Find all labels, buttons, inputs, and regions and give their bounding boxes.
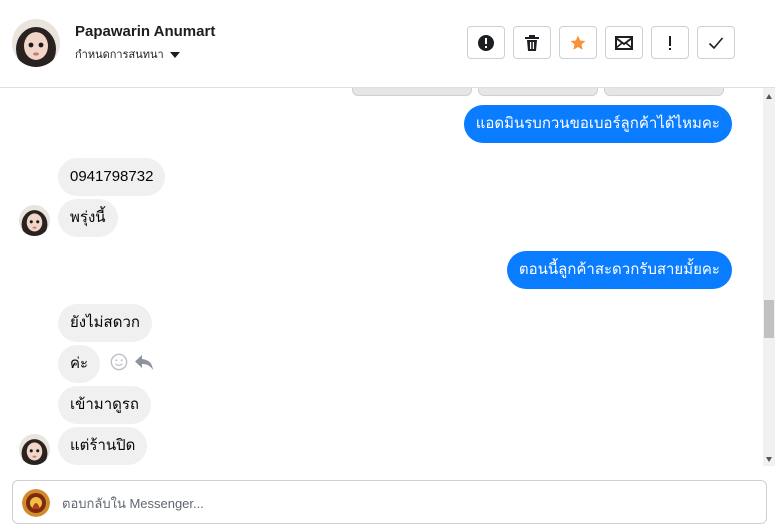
sender-avatar[interactable] <box>19 434 50 465</box>
sender-avatar[interactable] <box>19 205 50 236</box>
message-bubble-outgoing[interactable]: แอดมินรบกวนขอเบอร์ลูกค้าได้ไหมคะ <box>463 105 732 143</box>
conversation-header: Papawarin Anumart กำหนดการสนทนา <box>0 0 775 88</box>
sender-avatar-image <box>19 434 50 465</box>
image-thumbnail[interactable] <box>352 88 472 96</box>
spam-button[interactable] <box>651 26 689 59</box>
done-button[interactable] <box>697 26 735 59</box>
message-bubble-incoming[interactable]: พรุ่งนี้ <box>58 199 118 237</box>
conversation-settings-dropdown[interactable]: กำหนดการสนทนา <box>75 45 180 63</box>
scrollbar-thumb[interactable] <box>764 300 774 338</box>
reply-input[interactable] <box>62 496 742 511</box>
report-button[interactable] <box>467 26 505 59</box>
reply-icon[interactable] <box>134 353 154 371</box>
sender-avatar-image <box>19 205 50 236</box>
contact-name[interactable]: Papawarin Anumart <box>75 23 215 40</box>
mark-unread-button[interactable] <box>605 26 643 59</box>
scroll-down-arrow-icon[interactable] <box>766 457 772 462</box>
message-bubble-incoming[interactable]: แต่ร้านปิด <box>58 427 148 465</box>
message-bubble-incoming[interactable]: ค่ะ <box>58 345 101 383</box>
message-thread[interactable]: แอดมินรบกวนขอเบอร์ลูกค้าได้ไหมคะ 0941798… <box>0 88 763 466</box>
trash-icon <box>525 34 539 51</box>
caret-down-icon <box>169 51 180 58</box>
page-logo-icon <box>22 489 50 517</box>
scroll-up-arrow-icon[interactable] <box>766 94 772 99</box>
contact-avatar-image <box>12 19 60 67</box>
message-bubble-incoming[interactable]: 0941798732 <box>58 158 166 196</box>
star-button[interactable] <box>559 26 597 59</box>
alert-circle-icon <box>478 34 494 51</box>
thread-scrollbar[interactable] <box>763 88 775 466</box>
message-bubble-incoming[interactable]: ยังไม่สดวก <box>58 304 152 342</box>
message-bubble-incoming[interactable]: เข้ามาดูรถ <box>58 386 151 424</box>
message-actions <box>110 353 154 371</box>
page-avatar <box>22 489 50 517</box>
conversation-settings-label: กำหนดการสนทนา <box>75 49 164 61</box>
message-bubble-outgoing[interactable]: ตอนนี้ลูกค้าสะดวกรับสายมั้ยคะ <box>506 251 732 289</box>
reply-composer <box>12 480 767 524</box>
envelope-icon <box>615 35 633 50</box>
image-thumbnail[interactable] <box>478 88 598 96</box>
image-attachments <box>352 88 724 96</box>
conversation-toolbar <box>467 26 735 59</box>
emoji-react-icon[interactable] <box>110 353 128 371</box>
contact-avatar[interactable] <box>12 19 60 67</box>
star-icon <box>570 35 586 50</box>
check-icon <box>708 36 724 49</box>
exclamation-icon <box>669 35 671 50</box>
image-thumbnail[interactable] <box>604 88 724 96</box>
delete-button[interactable] <box>513 26 551 59</box>
